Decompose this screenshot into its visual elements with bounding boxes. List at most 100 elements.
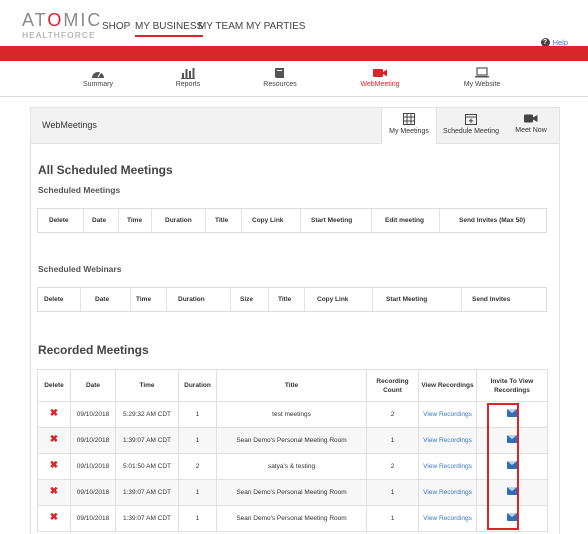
laptop-icon	[475, 67, 489, 78]
view-recordings-link[interactable]: View Recordings	[423, 489, 472, 496]
book-icon	[275, 68, 284, 78]
top-navigation: ATOMIC HEALTHFORCE SHOP MY BUSINESS MY T…	[0, 0, 588, 47]
sub-navigation: Summary Reports Resources WebMeeting My …	[0, 62, 588, 97]
col-header: Send Invites (Max 50)	[459, 217, 526, 224]
recording-count-cell: 2	[366, 453, 419, 480]
recorded-meetings-table: Delete Date Time Duration Title Recordin…	[37, 369, 548, 532]
delete-icon[interactable]: ✖	[50, 460, 58, 471]
nav-my-business[interactable]: MY BUSINESS	[135, 21, 204, 37]
nav-my-parties[interactable]: MY PARTIES	[246, 21, 305, 32]
delete-icon[interactable]: ✖	[50, 486, 58, 497]
table-row: ✖ 09/10/2018 5:01:50 AM CDT 2 satya's & …	[37, 453, 548, 480]
tab-my-meetings[interactable]: My Meetings	[381, 108, 437, 144]
delete-icon[interactable]: ✖	[50, 434, 58, 445]
subnav-webmeeting[interactable]: WebMeeting	[358, 67, 402, 88]
col-header: Copy Link	[252, 217, 284, 224]
time-cell: 1:39:07 AM CDT	[115, 479, 179, 506]
scheduled-meetings-table: Delete Date Time Duration Title Copy Lin…	[37, 208, 547, 233]
view-recordings-link[interactable]: View Recordings	[423, 463, 472, 470]
col-header: Time	[115, 369, 179, 402]
col-header: Start Meeting	[311, 217, 353, 224]
col-header: Size	[240, 296, 254, 303]
subnav-resources[interactable]: Resources	[262, 67, 298, 88]
nav-my-team[interactable]: MY TEAM	[198, 21, 243, 32]
col-header: Copy Link	[317, 296, 349, 303]
col-header: Delete	[37, 369, 71, 402]
recording-count-cell: 2	[366, 401, 419, 428]
gauge-icon	[92, 71, 104, 78]
col-header: Delete	[44, 296, 64, 303]
invite-column-highlight	[487, 403, 519, 530]
time-cell: 1:39:07 AM CDT	[115, 427, 179, 454]
col-header: Invite To View Recordings	[476, 369, 548, 402]
delete-icon[interactable]: ✖	[50, 408, 58, 419]
table-row: ✖ 09/10/2018 1:39:07 AM CDT 1 Sean Demo'…	[37, 479, 548, 506]
col-header: Delete	[49, 217, 69, 224]
scheduled-webinars-subheading: Scheduled Webinars	[38, 264, 122, 274]
date-cell: 09/10/2018	[70, 427, 116, 454]
duration-cell: 1	[178, 505, 217, 532]
col-header: Title	[215, 217, 229, 224]
col-header: Title	[278, 296, 292, 303]
bar-chart-icon	[181, 68, 195, 79]
table-row: ✖ 09/10/2018 5:29:32 AM CDT 1 test meeti…	[37, 401, 548, 428]
col-header: View Recordings	[418, 369, 477, 402]
recording-count-cell: 1	[366, 505, 419, 532]
col-header: Duration	[178, 296, 205, 303]
subnav-reports[interactable]: Reports	[172, 67, 204, 88]
date-cell: 09/10/2018	[70, 505, 116, 532]
grid-table-icon	[403, 113, 415, 125]
title-cell: Sean Demo's Personal Meeting Room	[216, 505, 367, 532]
date-cell: 09/10/2018	[70, 401, 116, 428]
brand-bar	[0, 46, 588, 61]
duration-cell: 1	[178, 427, 217, 454]
tab-meet-now[interactable]: Meet Now	[508, 108, 554, 143]
subnav-summary[interactable]: Summary	[82, 67, 114, 88]
panel-header: WebMeetings My Meetings Schedule Meeting…	[31, 108, 559, 144]
video-camera-icon	[524, 114, 538, 123]
delete-icon[interactable]: ✖	[50, 512, 58, 523]
col-header: Date	[92, 217, 107, 224]
video-camera-icon	[373, 69, 387, 77]
recording-count-cell: 1	[366, 427, 419, 454]
col-header: Send Invites	[472, 296, 511, 303]
col-header: Date	[95, 296, 110, 303]
col-header: Edit meeting	[385, 217, 425, 224]
table-row: ✖ 09/10/2018 1:39:07 AM CDT 1 Sean Demo'…	[37, 427, 548, 454]
view-recordings-link[interactable]: View Recordings	[423, 437, 472, 444]
col-header: Time	[136, 296, 152, 303]
view-recordings-link[interactable]: View Recordings	[423, 411, 472, 418]
col-header: Start Meeting	[386, 296, 428, 303]
atomic-healthforce-logo[interactable]: ATOMIC HEALTHFORCE	[22, 11, 102, 40]
col-header: Title	[216, 369, 367, 402]
table-row: ✖ 09/10/2018 1:39:07 AM CDT 1 Sean Demo'…	[37, 505, 548, 532]
view-recordings-link[interactable]: View Recordings	[423, 515, 472, 522]
scheduled-meetings-subheading: Scheduled Meetings	[38, 185, 121, 195]
title-cell: satya's & testing	[216, 453, 367, 480]
table-header-row: Delete Date Time Duration Title Recordin…	[37, 369, 548, 402]
tab-schedule-meeting[interactable]: Schedule Meeting	[439, 108, 503, 143]
duration-cell: 2	[178, 453, 217, 480]
calendar-plus-icon	[465, 114, 477, 125]
title-cell: Sean Demo's Personal Meeting Room	[216, 427, 367, 454]
title-cell: Sean Demo's Personal Meeting Room	[216, 479, 367, 506]
nav-shop[interactable]: SHOP	[102, 21, 130, 32]
col-header: Date	[70, 369, 116, 402]
subnav-my-website[interactable]: My Website	[462, 67, 502, 88]
time-cell: 5:01:50 AM CDT	[115, 453, 179, 480]
date-cell: 09/10/2018	[70, 453, 116, 480]
duration-cell: 1	[178, 479, 217, 506]
col-header: Time	[127, 217, 143, 224]
col-header: Duration	[165, 217, 192, 224]
time-cell: 1:39:07 AM CDT	[115, 505, 179, 532]
recording-count-cell: 1	[366, 479, 419, 506]
time-cell: 5:29:32 AM CDT	[115, 401, 179, 428]
col-header: Recording Count	[366, 369, 419, 402]
date-cell: 09/10/2018	[70, 479, 116, 506]
panel-title: WebMeetings	[42, 120, 97, 130]
recorded-meetings-heading: Recorded Meetings	[38, 343, 149, 357]
title-cell: test meetings	[216, 401, 367, 428]
duration-cell: 1	[178, 401, 217, 428]
all-scheduled-heading: All Scheduled Meetings	[38, 163, 173, 177]
col-header: Duration	[178, 369, 217, 402]
